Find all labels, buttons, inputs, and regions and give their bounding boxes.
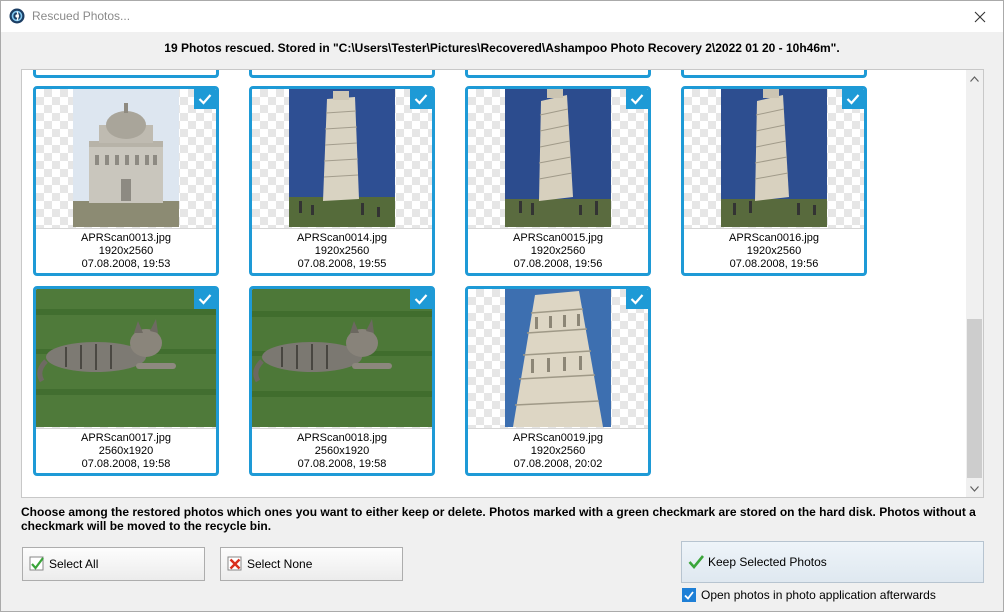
baptistery-photo [73,89,179,227]
photo-date: 07.08.2008, 19:53 [81,258,171,270]
instructions-text: Choose among the restored photos which o… [21,505,976,533]
photo-card-partial[interactable] [465,70,651,78]
photo-date: 07.08.2008, 20:02 [513,458,603,470]
scroll-up-button[interactable] [966,70,983,87]
photo-thumbnail [36,289,216,429]
cat-photo [252,289,432,427]
photo-checkbox[interactable] [194,289,216,309]
photo-filename: APRScan0019.jpg [513,432,603,444]
photo-date: 07.08.2008, 19:56 [513,258,603,270]
photo-filename: APRScan0015.jpg [513,232,603,244]
select-none-button[interactable]: Select None [220,547,403,581]
photo-caption: APRScan0014.jpg 1920x2560 07.08.2008, 19… [252,232,432,271]
photo-card[interactable]: APRScan0016.jpg 1920x2560 07.08.2008, 19… [681,86,867,276]
checkmark-icon [630,294,644,305]
photo-card-partial[interactable] [33,70,219,78]
checkmark-icon [688,554,704,570]
photo-checkbox[interactable] [626,289,648,309]
photo-date: 07.08.2008, 19:58 [297,458,387,470]
photo-card[interactable]: APRScan0013.jpg 1920x2560 07.08.2008, 19… [33,86,219,276]
photo-filename: APRScan0013.jpg [81,232,171,244]
select-all-label: Select All [49,557,99,571]
photo-date: 07.08.2008, 19:55 [297,258,387,270]
window-title: Rescued Photos... [32,9,131,23]
checkmark-icon [846,94,860,105]
checkmark-icon [29,556,45,572]
checkmark-icon [684,590,694,600]
checkmark-icon [198,94,212,105]
photo-filename: APRScan0014.jpg [297,232,387,244]
photo-caption: APRScan0017.jpg 2560x1920 07.08.2008, 19… [36,432,216,471]
checkmark-icon [630,94,644,105]
vertical-scrollbar[interactable] [966,70,983,497]
keep-selected-label: Keep Selected Photos [708,555,827,569]
photo-date: 07.08.2008, 19:56 [729,258,819,270]
photo-dimensions: 1920x2560 [530,245,586,257]
photo-thumbnail [684,89,864,229]
photo-caption: APRScan0016.jpg 1920x2560 07.08.2008, 19… [684,232,864,271]
photo-card[interactable]: APRScan0015.jpg 1920x2560 07.08.2008, 19… [465,86,651,276]
photo-caption: APRScan0019.jpg 1920x2560 07.08.2008, 20… [468,432,648,471]
leaning-tower-photo [505,89,611,227]
photo-dimensions: 2560x1920 [314,445,370,457]
photo-caption: APRScan0013.jpg 1920x2560 07.08.2008, 19… [36,232,216,271]
photo-dimensions: 1920x2560 [98,245,154,257]
close-icon [974,11,986,22]
photo-date: 07.08.2008, 19:58 [81,458,171,470]
app-logo-icon [9,8,25,24]
photo-dimensions: 2560x1920 [98,445,154,457]
photo-checkbox[interactable] [626,89,648,109]
select-none-label: Select None [247,557,313,571]
photo-filename: APRScan0016.jpg [729,232,819,244]
photo-filename: APRScan0017.jpg [81,432,171,444]
photo-card[interactable]: APRScan0019.jpg 1920x2560 07.08.2008, 20… [465,286,651,476]
photo-thumbnail [252,89,432,229]
open-after-option[interactable]: Open photos in photo application afterwa… [682,588,936,602]
open-after-label: Open photos in photo application afterwa… [701,588,936,602]
photo-card[interactable]: APRScan0018.jpg 2560x1920 07.08.2008, 19… [249,286,435,476]
checkmark-icon [414,94,428,105]
cross-icon [227,556,243,572]
title-bar: Rescued Photos... [1,1,1003,32]
open-after-checkbox[interactable] [682,588,696,602]
photo-card-partial[interactable] [681,70,867,78]
photo-thumbnail [468,289,648,429]
scroll-down-button[interactable] [966,480,983,497]
close-button[interactable] [957,1,1003,32]
photo-checkbox[interactable] [842,89,864,109]
leaning-tower-photo [289,89,395,227]
select-all-button[interactable]: Select All [22,547,205,581]
photo-card[interactable]: APRScan0017.jpg 2560x1920 07.08.2008, 19… [33,286,219,476]
keep-selected-button[interactable]: Keep Selected Photos [681,541,984,583]
photo-filename: APRScan0018.jpg [297,432,387,444]
leaning-tower-photo [721,89,827,227]
photo-thumbnail [252,289,432,429]
photo-caption: APRScan0018.jpg 2560x1920 07.08.2008, 19… [252,432,432,471]
photo-card[interactable]: APRScan0014.jpg 1920x2560 07.08.2008, 19… [249,86,435,276]
chevron-down-icon [970,485,979,492]
photo-dimensions: 1920x2560 [530,445,586,457]
photo-thumbnail [468,89,648,229]
photo-checkbox[interactable] [410,289,432,309]
photo-dimensions: 1920x2560 [746,245,802,257]
scrollbar-thumb[interactable] [967,319,982,478]
rescued-photos-window: Rescued Photos... 19 Photos rescued. Sto… [0,0,1004,612]
photo-card-partial[interactable] [249,70,435,78]
cat-photo [36,289,216,427]
chevron-up-icon [970,75,979,82]
photo-gallery[interactable]: APRScan0013.jpg 1920x2560 07.08.2008, 19… [21,69,984,498]
photo-checkbox[interactable] [410,89,432,109]
checkmark-icon [414,294,428,305]
photo-checkbox[interactable] [194,89,216,109]
photo-caption: APRScan0015.jpg 1920x2560 07.08.2008, 19… [468,232,648,271]
photo-thumbnail [36,89,216,229]
rescue-status-message: 19 Photos rescued. Stored in "C:\Users\T… [1,32,1003,64]
photo-dimensions: 1920x2560 [314,245,370,257]
tower-closeup-photo [505,289,611,427]
checkmark-icon [198,294,212,305]
